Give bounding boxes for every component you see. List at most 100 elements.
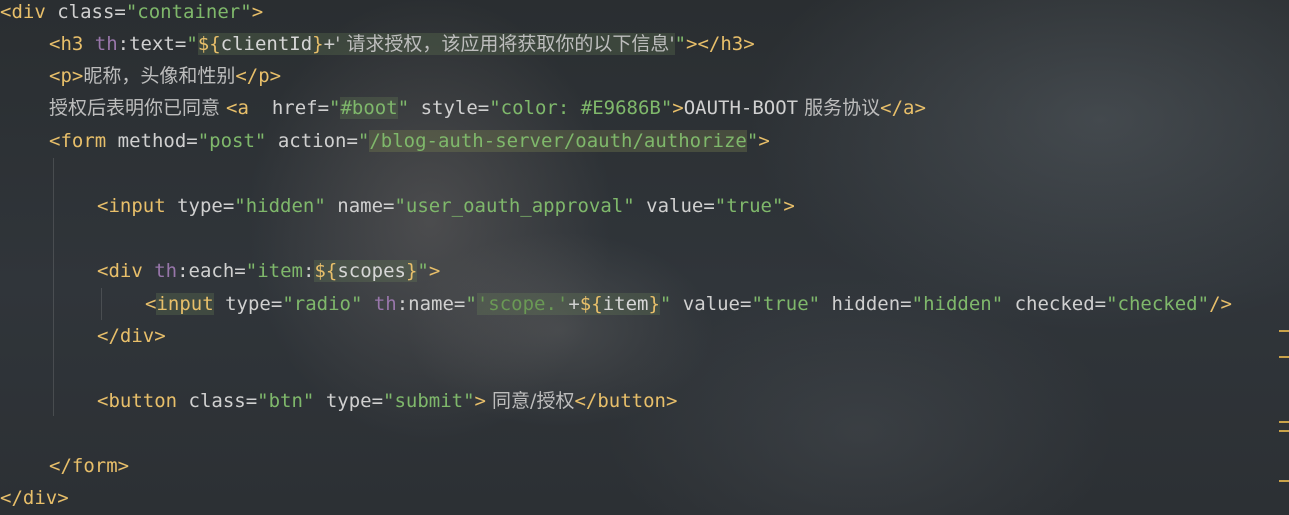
tag-close: </form> bbox=[49, 455, 130, 477]
operator: = bbox=[371, 390, 384, 412]
string-literal: 'scope.' bbox=[476, 293, 569, 315]
operator: + bbox=[323, 33, 336, 55]
attr-name: style bbox=[409, 97, 478, 119]
code-line-11[interactable]: </div> bbox=[97, 320, 166, 352]
template-close: } bbox=[312, 33, 324, 55]
operator: : bbox=[302, 260, 315, 282]
code-line-1[interactable]: <div class="container"> bbox=[0, 0, 263, 28]
tag-open: <div bbox=[0, 1, 58, 23]
attr-name: type bbox=[177, 195, 223, 217]
tag-open: <p> bbox=[49, 65, 84, 87]
quote: " bbox=[357, 130, 370, 152]
attr-value: #boot bbox=[340, 97, 398, 119]
tag-open: < bbox=[145, 293, 157, 315]
code-line-4[interactable]: 授权后表明你已同意 <a href="#boot" style="color: … bbox=[49, 92, 926, 124]
attr-name: class bbox=[57, 1, 115, 23]
code-line-3[interactable]: <p>昵称，头像和性别</p> bbox=[49, 60, 281, 92]
editor-scrollbar[interactable] bbox=[1277, 0, 1289, 515]
template-close: } bbox=[405, 260, 418, 282]
quote: " bbox=[397, 97, 410, 119]
code-line-2[interactable]: <h3 th:text="${clientId}+' 请求授权，该应用将获取你的… bbox=[49, 28, 755, 60]
tag-close: </a> bbox=[880, 97, 926, 119]
quote: " bbox=[245, 260, 258, 282]
attr-name: value bbox=[671, 293, 740, 315]
operator: = bbox=[270, 293, 283, 315]
tag-close: </div> bbox=[97, 325, 166, 347]
code-editor[interactable]: <div class="container"> <h3 th:text="${c… bbox=[0, 0, 1289, 515]
quote: " bbox=[660, 97, 673, 119]
tag-close: > bbox=[251, 1, 264, 23]
code-line-13[interactable]: <button class="btn" type="submit"> 同意/授权… bbox=[97, 385, 677, 417]
operator: = bbox=[477, 97, 490, 119]
code-line-9[interactable]: <div th:each="item:${scopes}"> bbox=[97, 255, 440, 287]
indent-guide bbox=[101, 288, 102, 320]
color-value: #E9686B bbox=[580, 97, 661, 119]
code-line-5[interactable]: <form method="post" action="/blog-auth-s… bbox=[49, 125, 770, 157]
operator: = bbox=[114, 1, 126, 23]
attr-value: "user_oauth_approval" bbox=[394, 195, 635, 217]
code-line-10[interactable]: <input type="radio" th:name="'scope.'+${… bbox=[145, 288, 1232, 320]
attr-value: "container" bbox=[125, 1, 252, 23]
operator: = bbox=[740, 293, 752, 315]
warning-marker[interactable] bbox=[1279, 356, 1289, 358]
attr-value: "radio" bbox=[282, 293, 363, 315]
tag-open: <input bbox=[97, 195, 178, 217]
attr-name: name bbox=[325, 195, 384, 217]
quote: " bbox=[465, 293, 477, 315]
string-literal: ' 请求授权，该应用将获取你的以下信息' bbox=[335, 33, 675, 55]
tag-close: /> bbox=[1209, 293, 1232, 315]
attr-value: "submit" bbox=[383, 390, 475, 412]
tag-close: > bbox=[474, 390, 486, 412]
iter-variable: item bbox=[257, 260, 303, 282]
attr-value: "hidden" bbox=[234, 195, 326, 217]
warning-marker[interactable] bbox=[1279, 480, 1289, 482]
operator: = bbox=[245, 390, 258, 412]
tag-close: > bbox=[428, 260, 441, 282]
quote: " bbox=[746, 130, 759, 152]
quote: " bbox=[186, 33, 198, 55]
attr-value: "btn" bbox=[257, 390, 315, 412]
namespace: th bbox=[154, 260, 178, 282]
operator: = bbox=[703, 195, 715, 217]
operator: = bbox=[900, 293, 912, 315]
operator: = bbox=[383, 195, 395, 217]
code-line-15[interactable]: </form> bbox=[49, 450, 129, 482]
tag-name: input bbox=[156, 293, 214, 315]
warning-marker[interactable] bbox=[1279, 430, 1289, 432]
operator: = bbox=[234, 260, 246, 282]
attr-value: "true" bbox=[751, 293, 821, 315]
template-identifier: clientId bbox=[220, 33, 313, 55]
quote: " bbox=[329, 97, 341, 119]
tag-close: > bbox=[672, 97, 684, 119]
code-line-7[interactable]: <input type="hidden" name="user_oauth_ap… bbox=[97, 190, 795, 222]
link-text: OAUTH-BOOT bbox=[683, 97, 799, 119]
warning-marker[interactable] bbox=[1279, 330, 1289, 332]
tag-open: <button bbox=[97, 390, 189, 412]
template-identifier: item bbox=[602, 293, 649, 315]
operator: = bbox=[1094, 293, 1107, 315]
attr-name: href bbox=[260, 97, 318, 119]
tag-open: <div bbox=[97, 260, 155, 282]
attr-name: method bbox=[117, 130, 187, 152]
attr-value: "true" bbox=[714, 195, 784, 217]
warning-marker[interactable] bbox=[1279, 421, 1289, 423]
tag-close: ></h3> bbox=[686, 33, 755, 55]
quote: " bbox=[659, 293, 672, 315]
attr-name: :each bbox=[177, 260, 235, 282]
attr-name: :text bbox=[117, 33, 175, 55]
operator: = bbox=[174, 33, 187, 55]
template-identifier: scopes bbox=[337, 260, 406, 282]
template-open: ${ bbox=[314, 260, 338, 282]
operator: = bbox=[222, 195, 235, 217]
attr-name: checked bbox=[1003, 293, 1095, 315]
attr-name: class bbox=[188, 390, 246, 412]
template-close: } bbox=[648, 293, 660, 315]
tag-close: </div> bbox=[0, 487, 69, 509]
text-content: 昵称，头像和性别 bbox=[83, 65, 236, 87]
attr-value: "color: bbox=[489, 97, 581, 119]
attr-value: "post" bbox=[197, 130, 267, 152]
code-line-16[interactable]: </div> bbox=[0, 482, 69, 514]
indent-guide bbox=[53, 158, 54, 416]
template-open: ${ bbox=[197, 33, 221, 55]
quote: " bbox=[417, 260, 429, 282]
